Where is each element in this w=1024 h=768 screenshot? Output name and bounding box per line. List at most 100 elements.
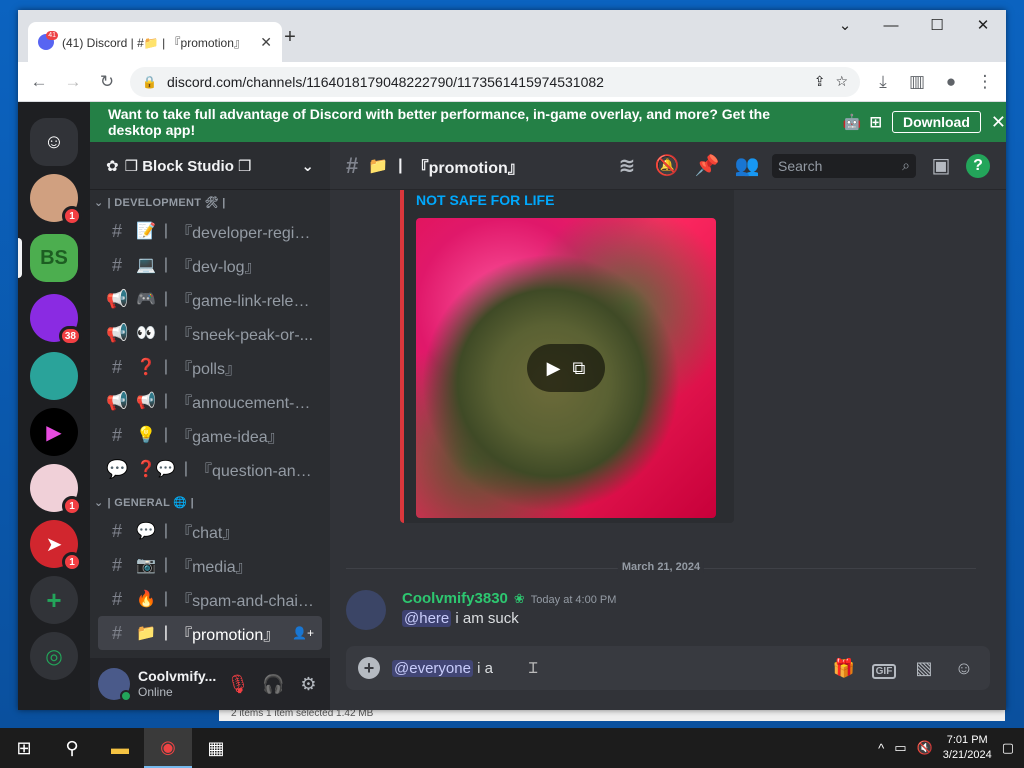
lock-icon: 🔒 [142,74,157,89]
browser-tab[interactable]: 41 (41) Discord | #📁 | 『promotion』 ✕ [28,22,282,62]
side-panel-icon[interactable]: ▥ [902,67,932,97]
pinned-messages-icon[interactable]: 📌 [692,153,722,178]
minimize-button[interactable]: — [868,10,914,40]
mute-notifications-icon[interactable]: 🔕 [652,153,682,178]
bookmark-star-icon[interactable]: ☆ [835,73,848,90]
channel-item[interactable]: 📢 👀 | 『sneek-peak-or-... [98,316,322,350]
channel-item[interactable]: # 💻 | 『dev-log』 [98,248,322,282]
channel-type-icon: 📢 [106,322,129,343]
search-icon: ⌕ [902,157,910,173]
pipe: | [163,392,169,409]
channel-item[interactable]: # 📷 | 『media』 [98,548,322,582]
channel-item[interactable]: 💬 ❓💬 | 『question-and-an... [98,452,322,486]
start-windows-icon[interactable]: ⊞ [0,728,48,768]
channel-item[interactable]: # 💡 | 『game-idea』 [98,418,322,452]
pipe: | [183,460,188,477]
pipe: | [398,156,403,174]
app-taskbar-icon[interactable]: ▦ [192,728,240,768]
chat-area: # 📁 | 『promotion』 ≋ 🔕 📌 👥 Search ⌕ ▣ ? NO… [330,142,1006,710]
search-input[interactable]: Search ⌕ [772,153,916,178]
emoji-icon[interactable]: ☺ [950,658,978,679]
embed-title[interactable]: NOT SAFE FOR LIFE [416,192,554,208]
channel-label: 『chat』 [176,525,239,542]
mention[interactable]: @here [402,610,452,627]
settings-gear-icon[interactable]: ⚙ [295,668,322,700]
discord-app: ☺ 1 BS 38 ▶ 1 ➤ 1 + ◎ Want to take full a… [18,102,1006,710]
help-icon[interactable]: ? [966,153,990,178]
channel-type-icon: # [111,254,122,275]
channel-emoji: 📷 [136,557,156,574]
download-icon[interactable]: ⤓ [868,67,898,97]
reload-button[interactable]: ↻ [92,67,122,97]
close-tab-icon[interactable]: ✕ [260,34,272,51]
message-input[interactable]: @everyone i aꞮ [392,658,818,678]
channel-item[interactable]: # 💬 | 『chat』 [98,514,322,548]
channel-label: 『sneek-peak-or-... [176,327,314,344]
threads-icon[interactable]: ≋ [612,153,642,178]
block-studio-server-icon[interactable]: BS [30,234,78,282]
back-button[interactable]: ← [24,67,54,97]
menu-icon[interactable]: ⋮ [970,67,1000,97]
server-header[interactable]: ✿ ❒ Block Studio ❒ ⌄ [90,142,330,190]
maximize-button[interactable]: ☐ [914,10,960,40]
explore-servers-icon[interactable]: ◎ [30,632,78,680]
member-list-icon[interactable]: 👥 [732,153,762,178]
channel-item[interactable]: 📢 📢 | 『annoucement-d... [98,384,322,418]
server-icon-5[interactable]: ▶ [30,408,78,456]
server-icon-1[interactable]: 1 [30,174,82,226]
notifications-icon[interactable]: ▢ [1002,740,1014,756]
gif-icon[interactable]: GIF [870,658,898,679]
video-play-controls[interactable]: ▶ ⧉ [527,344,605,392]
add-attachment-icon[interactable]: + [358,657,380,679]
play-icon[interactable]: ▶ [547,358,561,379]
avatar[interactable] [98,668,132,702]
category-development[interactable]: ⌄ | DEVELOPMENT 🛠 | [90,190,330,214]
share-icon[interactable]: ⇪ [814,73,826,90]
add-server-icon[interactable]: + [30,576,78,624]
channel-item[interactable]: 📢 🎮 | 『game-link-releas... [98,282,322,316]
discord-home-icon[interactable]: ☺ [30,118,78,166]
headphones-icon[interactable]: 🎧 [260,668,287,700]
message-composer[interactable]: + @everyone i aꞮ 🎁 GIF ▧ ☺ [346,646,990,690]
channel-item[interactable]: # 🔥 | 『spam-and-chain』 [98,582,322,616]
address-bar[interactable]: 🔒 discord.com/channels/11640181790482227… [130,66,860,97]
server-icon-3[interactable]: 38 [30,294,82,346]
download-button[interactable]: Download [892,111,981,133]
channel-item[interactable]: # 📝 | 『developer-regist... [98,214,322,248]
close-window-button[interactable]: ✕ [960,10,1006,40]
chevron-up-icon[interactable]: ^ [878,741,884,756]
file-explorer-icon[interactable]: ▬ [96,728,144,768]
sticker-icon[interactable]: ▧ [910,658,938,679]
embed-video-thumbnail[interactable]: ▶ ⧉ [416,218,716,518]
profile-icon[interactable]: ● [936,67,966,97]
tab-search-icon[interactable]: ⌄ [822,10,868,40]
search-icon[interactable]: ⚲ [48,728,96,768]
invite-icon[interactable]: 👤+ [292,626,314,640]
channel-emoji: 💻 [136,257,156,274]
network-icon[interactable]: ▭ [894,740,906,756]
server-icon-7[interactable]: ➤ 1 [30,520,82,572]
volume-muted-icon[interactable]: 🔇 [917,740,933,756]
inbox-icon[interactable]: ▣ [926,153,956,178]
message-author[interactable]: Coolvmify3830 [402,590,508,607]
close-banner-icon[interactable]: ✕ [991,112,1006,133]
new-tab-button[interactable]: + [278,26,302,49]
author-avatar[interactable] [346,590,386,630]
channel-item[interactable]: # ❓ | 『polls』 [98,350,322,384]
server-icon-6[interactable]: 1 [30,464,82,516]
channel-item[interactable]: # 📁 | 『promotion』 👤+ [98,616,322,650]
server-icon-4[interactable] [30,352,78,400]
message: Coolvmify3830 ❀ Today at 4:00 PM @here i… [346,590,986,630]
server-name: ❒ Block Studio ❒ [124,157,252,175]
gift-icon[interactable]: 🎁 [830,658,858,679]
mute-mic-icon[interactable]: 🎙 [224,668,251,700]
category-general[interactable]: ⌄ | GENERAL 🌐 | [90,490,330,514]
open-external-icon[interactable]: ⧉ [572,358,585,379]
url-text: discord.com/channels/1164018179048222790… [166,73,604,90]
user-name[interactable]: Coolvmify... Online [138,668,216,700]
message-embed: NOT SAFE FOR LIFE ▶ ⧉ [400,190,734,523]
chrome-taskbar-icon[interactable]: ◉ [144,728,192,768]
clock[interactable]: 7:01 PM 3/21/2024 [943,733,992,763]
forward-button[interactable]: → [58,67,88,97]
server-list: ☺ 1 BS 38 ▶ 1 ➤ 1 + ◎ [18,102,90,710]
